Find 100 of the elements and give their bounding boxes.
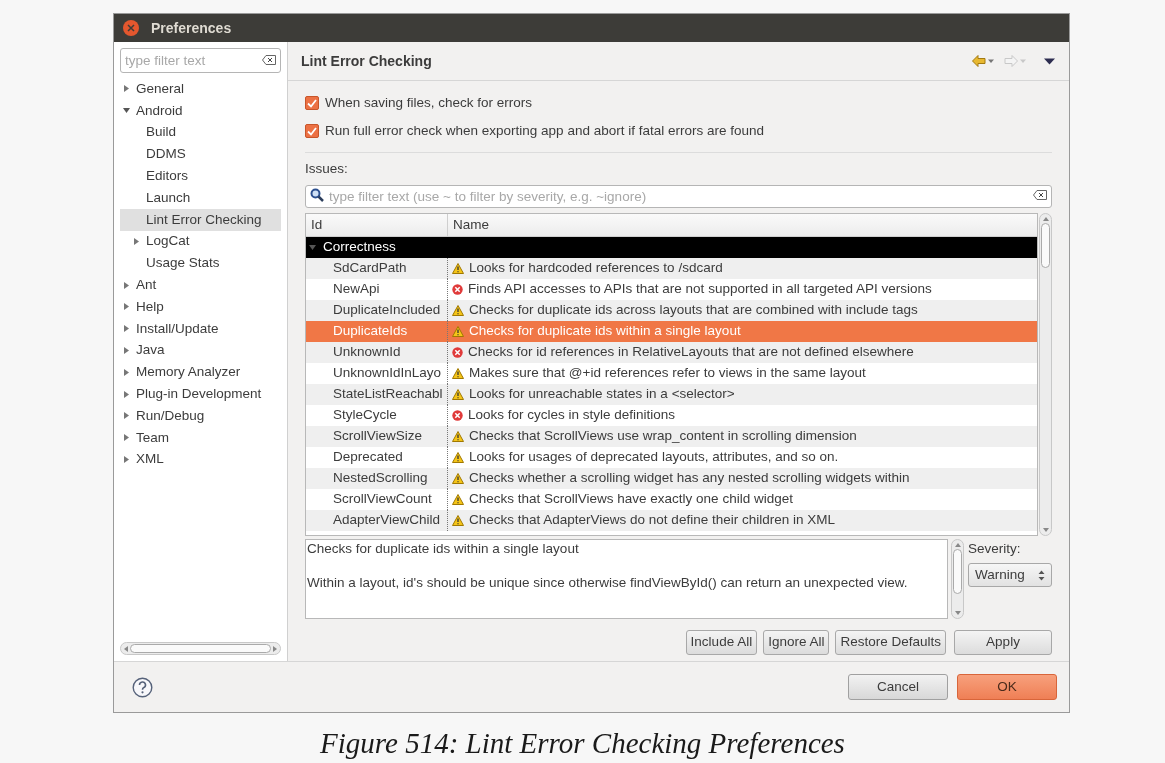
clear-icon[interactable] bbox=[1033, 189, 1047, 200]
ok-button[interactable]: OK bbox=[957, 674, 1057, 700]
issue-row[interactable]: SdCardPath Looks for hardcoded references to /sdcard bbox=[306, 257, 1037, 279]
action-button[interactable]: Ignore All bbox=[763, 629, 830, 655]
tree-item[interactable]: Ant bbox=[120, 274, 281, 296]
column-header[interactable]: Id bbox=[306, 213, 448, 236]
issue-name: Looks for usages of deprecated layouts, attributes, and so on. bbox=[469, 448, 839, 467]
back-arrow-button[interactable] bbox=[972, 55, 994, 67]
scrollbar-thumb[interactable] bbox=[130, 644, 271, 653]
scrollbar-thumb[interactable] bbox=[1041, 222, 1050, 268]
issue-row[interactable]: ScrollViewSize Checks that ScrollViews use wrap_content in scrolling dimension bbox=[306, 425, 1037, 447]
tree-item[interactable]: Team bbox=[120, 426, 281, 449]
issue-id: StateListReachabl bbox=[306, 383, 448, 405]
collapsed-arrow-icon[interactable] bbox=[133, 237, 140, 245]
issues-label: Issues: bbox=[305, 159, 348, 178]
collapsed-arrow-icon[interactable] bbox=[123, 368, 130, 376]
checkbox-option[interactable]: When saving files, check for errors bbox=[305, 93, 533, 114]
issue-id: DuplicateIds bbox=[306, 320, 448, 342]
issue-filter-field[interactable]: type filter text (use ~ to filter by severity, e.g. ~ignore) bbox=[305, 184, 1052, 208]
action-button[interactable]: Apply bbox=[954, 629, 1052, 655]
issue-name: Checks that ScrollViews have exactly one child widget bbox=[469, 490, 793, 509]
tree-item[interactable]: Usage Stats bbox=[120, 252, 281, 275]
page-title: Lint Error Checking bbox=[301, 51, 433, 71]
collapsed-arrow-icon[interactable] bbox=[123, 85, 130, 93]
tree-item[interactable]: DDMS bbox=[120, 143, 281, 166]
issue-name: Checks whether a scrolling widget has any nested scrolling widgets within bbox=[469, 469, 910, 488]
checkbox-option[interactable]: Run full error check when exporting app and abort if fatal errors are found bbox=[305, 121, 764, 142]
issue-name: Makes sure that @+id references refer to views in the same layout bbox=[469, 364, 866, 383]
description-text: Checks for duplicate ids within a single layout Within a layout, id's should be unique since otherwise findViewById() can return an unexpected view. bbox=[305, 538, 948, 619]
issue-id: Deprecated bbox=[306, 446, 448, 468]
issue-name: Checks that ScrollViews use wrap_content in scrolling dimension bbox=[469, 427, 857, 446]
issue-id: NewApi bbox=[306, 278, 448, 300]
figure-caption: Figure 514: Lint Error Checking Preferences bbox=[319, 726, 846, 761]
issue-id: StyleCycle bbox=[306, 404, 448, 426]
issue-id: ScrollViewSize bbox=[306, 425, 448, 447]
scroll-down-icon[interactable] bbox=[1042, 527, 1049, 532]
issue-name: Looks for cycles in style definitions bbox=[468, 406, 676, 425]
scroll-right-icon[interactable] bbox=[273, 645, 277, 652]
issue-id: DuplicateIncluded bbox=[306, 299, 448, 321]
checkbox[interactable] bbox=[305, 124, 319, 139]
scroll-left-icon[interactable] bbox=[124, 645, 128, 652]
action-button[interactable]: Include All bbox=[685, 629, 758, 655]
collapsed-arrow-icon[interactable] bbox=[123, 390, 130, 398]
tree-item[interactable]: Memory Analyzer bbox=[120, 361, 281, 384]
action-button[interactable]: Restore Defaults bbox=[835, 629, 946, 655]
tree-item[interactable]: Editors bbox=[120, 165, 281, 187]
tree-item[interactable]: Lint Error Checking bbox=[120, 208, 281, 231]
cancel-button[interactable]: Cancel bbox=[848, 674, 948, 700]
issue-name: Checks for duplicate ids within a single layout bbox=[469, 322, 741, 341]
tree-item[interactable]: Build bbox=[120, 121, 281, 144]
tree-item[interactable]: Install/Update bbox=[120, 317, 281, 340]
tree-item[interactable]: Help bbox=[120, 295, 281, 318]
category-row[interactable]: Correctness bbox=[306, 236, 1037, 258]
issue-id: ScrollViewCount bbox=[306, 488, 448, 510]
severity-dropdown[interactable]: Warning bbox=[968, 563, 1052, 587]
collapsed-arrow-icon[interactable] bbox=[123, 281, 130, 289]
collapsed-arrow-icon[interactable] bbox=[123, 325, 130, 333]
issue-row[interactable]: NestedScrolling Checks whether a scrolling widget has any nested scrolling widgets within bbox=[306, 467, 1037, 489]
tree-item[interactable]: Java bbox=[120, 339, 281, 362]
window-title: Preferences bbox=[151, 18, 232, 38]
filter-field[interactable]: type filter text bbox=[120, 48, 281, 73]
tree-item[interactable]: Run/Debug bbox=[120, 404, 281, 427]
issue-row[interactable]: UnknownId Checks for id references in RelativeLayouts that are not defined elsewhere bbox=[306, 341, 1037, 363]
help-icon[interactable] bbox=[132, 676, 153, 698]
issue-name: Checks that AdapterViews do not define their children in XML bbox=[469, 511, 835, 530]
issue-id: UnknownId bbox=[306, 341, 448, 363]
severity-label: Severity: bbox=[968, 539, 1022, 558]
issue-row[interactable]: StateListReachabl Looks for unreachable states in a <selector> bbox=[306, 383, 1037, 405]
issue-id: SdCardPath bbox=[306, 257, 448, 279]
tree-item[interactable]: Launch bbox=[120, 187, 281, 209]
tree-item[interactable]: Android bbox=[120, 99, 281, 122]
tree-item[interactable]: General bbox=[120, 78, 281, 100]
menu-button[interactable] bbox=[1044, 57, 1055, 65]
issue-id: UnknownIdInLayo bbox=[306, 362, 448, 384]
issue-name: Finds API accesses to APIs that are not supported in all targeted API versions bbox=[468, 280, 932, 299]
horizontal-scrollbar[interactable] bbox=[120, 642, 281, 655]
scrollbar-thumb[interactable] bbox=[953, 548, 962, 594]
column-header[interactable]: Name bbox=[448, 213, 1037, 236]
issue-name: Checks for duplicate ids across layouts that are combined with include tags bbox=[469, 301, 918, 320]
expanded-arrow-icon[interactable] bbox=[123, 107, 130, 115]
close-button[interactable] bbox=[123, 20, 139, 36]
collapsed-arrow-icon[interactable] bbox=[123, 346, 130, 354]
tree-item[interactable]: XML bbox=[120, 448, 281, 471]
issue-name: Checks for id references in RelativeLayouts that are not defined elsewhere bbox=[468, 343, 914, 362]
scroll-down-icon[interactable] bbox=[954, 610, 961, 615]
collapsed-arrow-icon[interactable] bbox=[123, 455, 130, 463]
vertical-scrollbar[interactable] bbox=[1039, 212, 1052, 536]
vertical-scrollbar[interactable] bbox=[951, 538, 964, 619]
issue-row[interactable]: DuplicateIncluded Checks for duplicate ids across layouts that are combined with include tags bbox=[306, 299, 1037, 321]
tree-item[interactable]: Plug-in Development bbox=[120, 383, 281, 405]
issue-row[interactable]: AdapterViewChild Checks that AdapterViews do not define their children in XML bbox=[306, 509, 1037, 531]
collapsed-arrow-icon[interactable] bbox=[123, 412, 130, 420]
close-icon bbox=[127, 24, 135, 32]
tree-item[interactable]: LogCat bbox=[120, 230, 281, 253]
spinner-arrows-icon bbox=[1038, 569, 1045, 581]
checkbox[interactable] bbox=[305, 96, 319, 111]
collapsed-arrow-icon[interactable] bbox=[123, 303, 130, 311]
collapsed-arrow-icon[interactable] bbox=[123, 434, 130, 442]
issue-id: NestedScrolling bbox=[306, 467, 448, 489]
clear-icon[interactable] bbox=[262, 55, 276, 65]
